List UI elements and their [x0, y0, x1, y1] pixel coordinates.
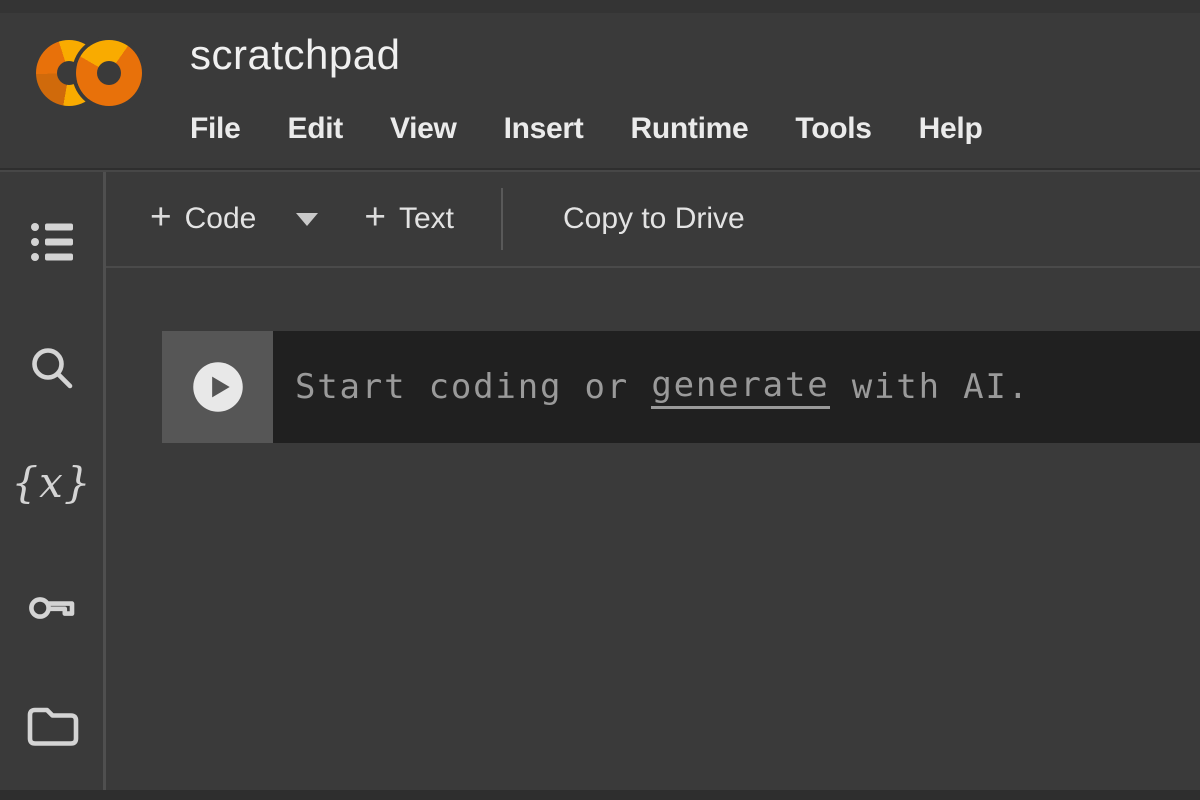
add-code-label: Code [185, 202, 257, 236]
add-code-button[interactable]: + Code [150, 198, 256, 240]
menu-file[interactable]: File [190, 112, 240, 146]
add-text-button[interactable]: + Text [364, 198, 454, 240]
notebook-title[interactable]: scratchpad [190, 30, 400, 80]
plus-icon: + [150, 196, 172, 238]
placeholder-suffix: with AI. [830, 367, 1030, 407]
search-icon [27, 343, 77, 393]
copy-to-drive-button[interactable]: Copy to Drive [563, 202, 745, 236]
cell-gutter [162, 331, 273, 443]
left-sidebar: {x} [0, 172, 106, 800]
toolbar-bottom-border [106, 266, 1200, 268]
sidebar-item-secrets[interactable] [0, 584, 103, 630]
code-editor[interactable]: Start coding or generate with AI. [273, 331, 1200, 443]
sidebar-item-table-of-contents[interactable] [0, 219, 103, 265]
generate-with-ai-link[interactable]: generate [651, 365, 829, 409]
menu-view[interactable]: View [390, 112, 457, 146]
menu-runtime[interactable]: Runtime [630, 112, 748, 146]
menubar: File Edit View Insert Runtime Tools Help [190, 104, 982, 154]
secrets-key-icon [27, 584, 77, 630]
colab-logo-right-ring [76, 40, 142, 106]
copy-to-drive-label: Copy to Drive [563, 202, 745, 236]
cell-toolbar: + Code + Text Copy to Drive [106, 172, 1200, 266]
table-of-contents-icon [27, 219, 77, 265]
files-folder-icon [25, 703, 79, 749]
sidebar-item-files[interactable] [0, 703, 103, 749]
menu-insert[interactable]: Insert [504, 112, 584, 146]
code-cell[interactable]: Start coding or generate with AI. [162, 331, 1200, 443]
window-top-edge [0, 0, 1200, 13]
plus-icon: + [364, 196, 386, 238]
toolbar-divider [501, 188, 503, 250]
colab-logo[interactable] [36, 40, 142, 107]
sidebar-item-variables[interactable]: {x} [0, 457, 103, 509]
sidebar-item-search[interactable] [0, 343, 103, 393]
menu-tools[interactable]: Tools [795, 112, 871, 146]
run-cell-button[interactable] [191, 360, 245, 414]
placeholder-prefix: Start coding or [295, 367, 651, 407]
variables-icon: {x} [11, 457, 91, 509]
chevron-down-icon[interactable] [296, 213, 318, 226]
add-text-label: Text [399, 202, 454, 236]
menu-help[interactable]: Help [919, 112, 983, 146]
colab-window: scratchpad File Edit View Insert Runtime… [0, 0, 1200, 800]
window-bottom-edge [0, 790, 1200, 800]
menu-edit[interactable]: Edit [287, 112, 342, 146]
